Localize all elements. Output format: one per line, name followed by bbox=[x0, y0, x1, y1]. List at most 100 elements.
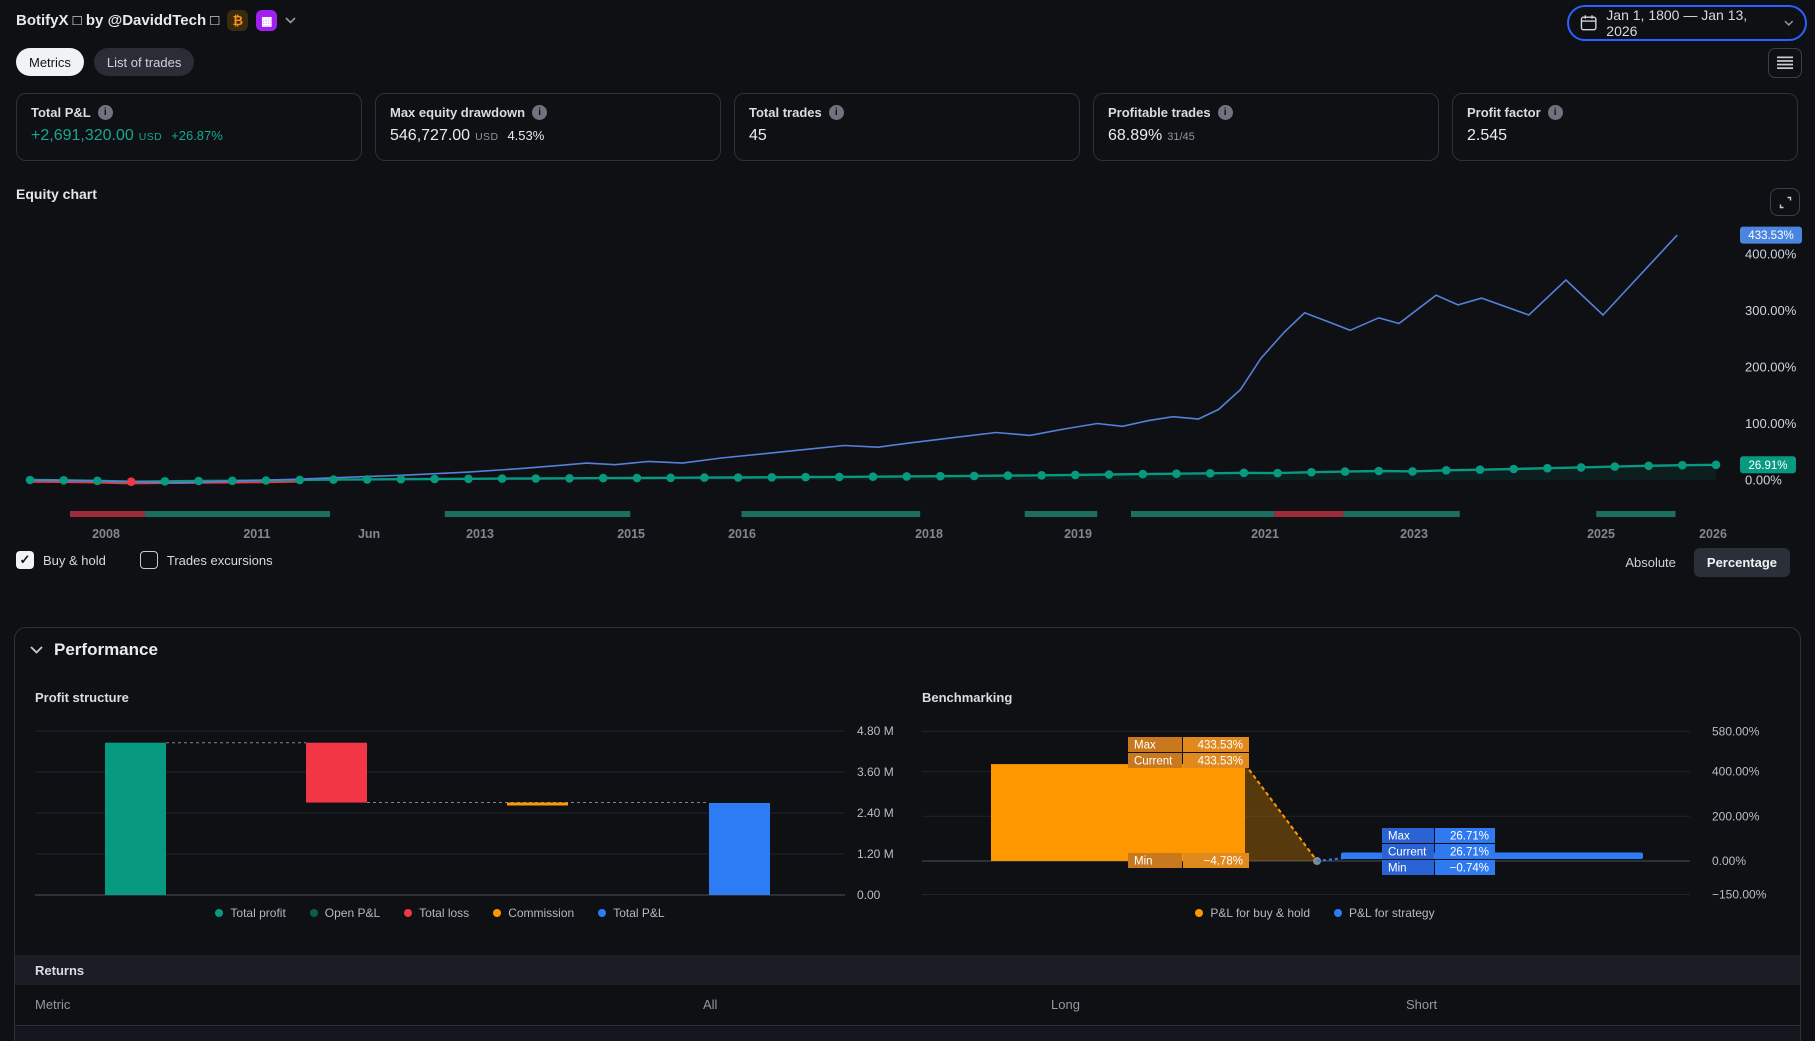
equity-chart-controls: ✓ Buy & hold Trades excursions bbox=[16, 551, 273, 569]
strategy-marker bbox=[1239, 468, 1249, 478]
info-icon[interactable]: i bbox=[828, 105, 844, 120]
metric-value-row: 2.545 bbox=[1467, 127, 1783, 145]
trade-span-bar bbox=[741, 511, 921, 517]
trade-span-bar bbox=[444, 511, 631, 517]
trades-excursions-label: Trades excursions bbox=[166, 552, 273, 568]
tab-metrics[interactable]: Metrics bbox=[16, 48, 84, 76]
equity-y-tick: 300.00% bbox=[1745, 303, 1797, 318]
strategy-marker bbox=[126, 477, 136, 487]
metric-value: +2,691,320.00 bbox=[31, 127, 134, 144]
scale-toggle-group: Absolute Percentage bbox=[1625, 548, 1790, 577]
layout-menu-button[interactable] bbox=[1768, 48, 1802, 78]
legend-label: Commission bbox=[508, 906, 575, 920]
bench-y-tick: −150.00% bbox=[1712, 888, 1767, 902]
metric-card: Total P&L i +2,691,320.00 USD +26.87% bbox=[16, 93, 362, 161]
info-icon[interactable]: i bbox=[1547, 105, 1563, 120]
equity-x-tick: 2018 bbox=[915, 527, 943, 541]
trades-excursions-checkbox[interactable]: Trades excursions bbox=[139, 551, 273, 569]
strategy-marker bbox=[1576, 463, 1586, 472]
trade-span-bar bbox=[1024, 511, 1098, 517]
waterfall-bar bbox=[709, 803, 770, 895]
trade-span-bar bbox=[1131, 511, 1275, 517]
strategy-marker bbox=[1138, 469, 1148, 479]
strategy-marker bbox=[1711, 460, 1721, 470]
profit-y-tick: 4.80 M bbox=[857, 724, 894, 738]
strategy-marker bbox=[329, 475, 338, 484]
legend-item: Commission bbox=[493, 906, 574, 920]
strategy-marker bbox=[902, 472, 911, 481]
equity-x-tick: 2026 bbox=[1699, 527, 1727, 541]
strategy-marker bbox=[228, 476, 237, 486]
price-badge-label: 433.53% bbox=[1748, 230, 1793, 242]
equity-x-tick: Jun bbox=[358, 527, 380, 541]
legend-label: P&L for strategy bbox=[1349, 906, 1435, 920]
metric-sub: 31/45 bbox=[1167, 131, 1195, 143]
profit-y-tick: 2.40 M bbox=[857, 806, 894, 820]
strategy-title: BotifyX □ by @DaviddTech □ bbox=[16, 12, 220, 29]
calendar-icon bbox=[1580, 15, 1597, 31]
info-icon[interactable]: i bbox=[1217, 105, 1233, 120]
strategy-marker bbox=[733, 473, 743, 482]
performance-header[interactable]: Performance bbox=[30, 640, 158, 660]
buy-hold-label: Buy & hold bbox=[43, 552, 106, 568]
metric-unit: USD bbox=[475, 131, 499, 143]
returns-title: Returns bbox=[35, 962, 85, 978]
strategy-marker bbox=[430, 474, 439, 484]
returns-table-row bbox=[15, 1027, 1800, 1041]
info-icon[interactable]: i bbox=[532, 105, 548, 120]
equity-x-tick: 2013 bbox=[466, 527, 494, 541]
checkbox-unchecked-icon[interactable] bbox=[139, 551, 158, 569]
benchmarking-legend: P&L for buy & hold P&L for strategy bbox=[920, 906, 1710, 920]
tab-list-of-trades[interactable]: List of trades bbox=[93, 48, 195, 76]
returns-section-header[interactable]: Returns bbox=[15, 955, 1800, 985]
legend-item: Total profit bbox=[215, 906, 286, 920]
checkbox-checked-icon[interactable]: ✓ bbox=[16, 551, 34, 569]
legend-dot-icon bbox=[404, 909, 413, 917]
tooltip-value: 26.71% bbox=[1450, 847, 1489, 859]
metric-value: 2.545 bbox=[1467, 127, 1508, 144]
metric-card: Profitable trades i 68.89% 31/45 bbox=[1093, 93, 1439, 161]
legend-label: P&L for buy & hold bbox=[1210, 906, 1311, 920]
strategy-marker bbox=[295, 475, 305, 485]
strategy-marker bbox=[1610, 462, 1620, 471]
tooltip-label: Max bbox=[1388, 831, 1410, 843]
trade-span-bar bbox=[145, 511, 331, 517]
profit-structure-chart: 4.80 M 3.60 M 2.40 M 1.20 M 0.00 bbox=[35, 724, 894, 902]
bench-y-tick: 0.00% bbox=[1712, 854, 1746, 868]
strategy-marker bbox=[1475, 465, 1485, 475]
percentage-toggle[interactable]: Percentage bbox=[1693, 548, 1790, 577]
metric-label-row: Profit factor i bbox=[1467, 105, 1783, 120]
legend-dot-icon bbox=[493, 909, 502, 917]
strategy-marker bbox=[1003, 471, 1013, 480]
strategy-tester-panel: BotifyX □ by @DaviddTech □ ₿ ▦ Metrics Li… bbox=[0, 0, 1815, 1041]
strategy-marker bbox=[1071, 470, 1080, 480]
chevron-down-icon[interactable] bbox=[285, 17, 296, 24]
profit-y-tick: 1.20 M bbox=[857, 847, 894, 861]
metric-value-row: 68.89% 31/45 bbox=[1108, 127, 1424, 145]
returns-column-header: Long bbox=[1051, 997, 1080, 1012]
date-range-picker[interactable]: Jan 1, 1800 — Jan 13, 2026 bbox=[1567, 5, 1807, 41]
equity-x-tick: 2021 bbox=[1251, 527, 1279, 541]
strategy-marker bbox=[1441, 466, 1451, 475]
strategy-marker bbox=[1037, 471, 1046, 480]
metric-sub: +26.87% bbox=[171, 128, 223, 143]
waterfall-bar bbox=[306, 742, 367, 803]
info-icon[interactable]: i bbox=[97, 105, 113, 120]
bitcoin-badge-icon[interactable]: ₿ bbox=[227, 10, 249, 31]
strategy-marker bbox=[362, 475, 372, 484]
buy-hold-area-fade bbox=[1245, 764, 1317, 861]
rows-icon bbox=[1777, 56, 1793, 69]
waterfall-bar bbox=[507, 802, 568, 806]
calendar-badge-icon[interactable]: ▦ bbox=[256, 10, 278, 31]
strategy-marker bbox=[632, 473, 642, 483]
buy-hold-checkbox[interactable]: ✓ Buy & hold bbox=[16, 551, 106, 569]
strategy-marker bbox=[1644, 461, 1653, 471]
absolute-toggle[interactable]: Absolute bbox=[1625, 555, 1676, 570]
strategy-marker bbox=[801, 472, 810, 482]
strategy-marker bbox=[1340, 467, 1350, 476]
metric-value: 45 bbox=[749, 127, 767, 144]
trade-span-bar bbox=[1596, 511, 1676, 517]
equity-x-tick: 2015 bbox=[617, 527, 645, 541]
profit-y-tick: 3.60 M bbox=[857, 765, 894, 779]
metric-label: Max equity drawdown bbox=[390, 105, 526, 120]
